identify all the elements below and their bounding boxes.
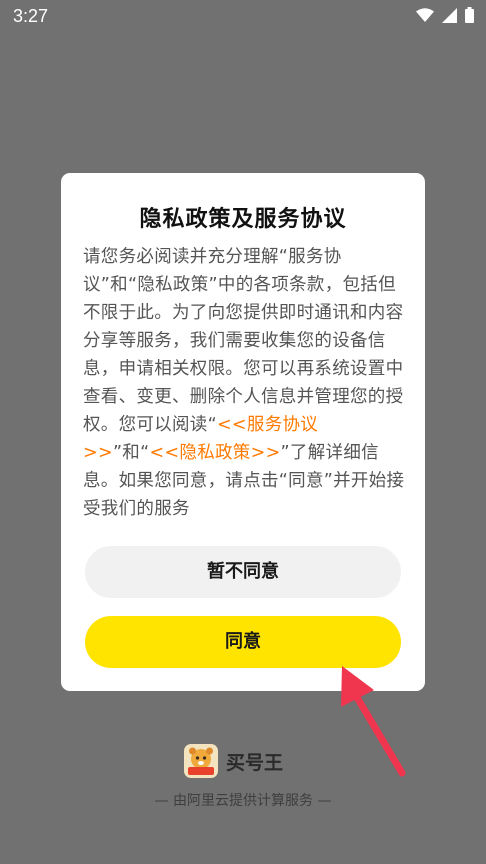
app-logo-icon <box>184 744 218 778</box>
body-text-part2: ”和“ <box>112 443 150 463</box>
brand-name: 买号王 <box>226 751 284 774</box>
dialog-body-text: 请您务必阅读并充分理解“服务协议”和“隐私政策”中的各项条款，包括但不限于此。为… <box>83 243 405 523</box>
pointer-arrow-icon <box>330 655 410 784</box>
signal-icon <box>442 7 457 23</box>
brand: 买号王 <box>184 744 283 778</box>
wifi-icon <box>416 7 434 23</box>
dialog-title: 隐私政策及服务协议 <box>139 207 347 232</box>
privacy-dialog: 隐私政策及服务协议 请您务必阅读并充分理解“服务协议”和“隐私政策”中的各项条款… <box>61 173 425 691</box>
status-bar: 3:27 <box>0 0 486 34</box>
status-icons <box>416 7 474 23</box>
privacy-policy-link[interactable]: <<隐私政策>> <box>149 443 280 463</box>
body-text-part1: 请您务必阅读并充分理解“服务协议”和“隐私政策”中的各项条款，包括但不限于此。为… <box>83 247 404 435</box>
footer-text: — 由阿里云提供计算服务 — <box>154 793 332 809</box>
status-time: 3:27 <box>13 6 49 26</box>
disagree-button[interactable]: 暂不同意 <box>85 546 401 598</box>
battery-icon <box>465 7 474 23</box>
